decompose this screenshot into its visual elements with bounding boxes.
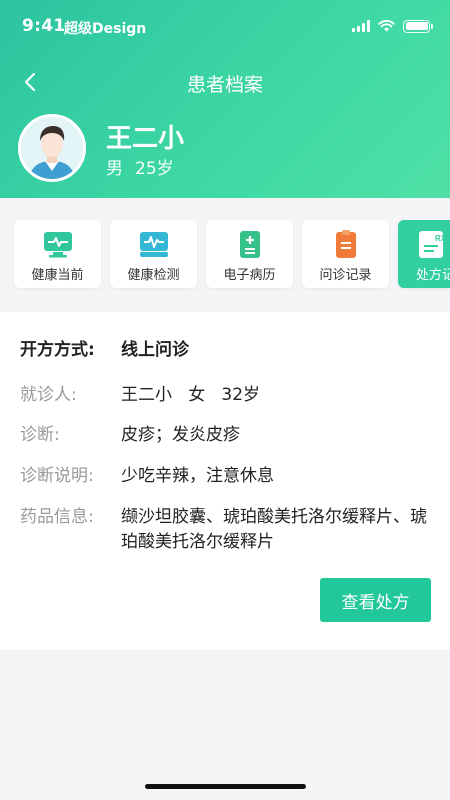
quick-action-label: 处方记: [416, 268, 450, 283]
nav-bar: 患者档案: [0, 56, 450, 108]
quick-action-label: 问诊记录: [319, 268, 372, 283]
diagnosis-label: 诊断:: [20, 425, 60, 445]
method-value: 线上问诊: [121, 340, 189, 360]
patient-value: 王二小 女 32岁: [121, 385, 261, 405]
quick-actions: 健康当前 健康检测 电子病历 问诊记录 RX 处方记: [0, 198, 450, 310]
monitor-heartbeat-icon: [43, 232, 72, 258]
status-carrier: 超级Design: [64, 21, 147, 37]
home-indicator[interactable]: [145, 784, 306, 789]
status-time: 9:41: [22, 16, 66, 36]
patient-meta: 男 25岁: [106, 154, 174, 179]
signal-icon: [352, 20, 370, 32]
page-title: 患者档案: [186, 74, 263, 96]
prescription-detail: 开方方式: 线上问诊 就诊人: 王二小 女 32岁 诊断: 皮疹；发炎皮疹 诊断…: [0, 312, 450, 650]
quick-action-label: 电子病历: [223, 268, 276, 283]
note-value: 少吃辛辣，注意休息: [121, 466, 274, 486]
note-label: 诊断说明:: [20, 466, 94, 486]
quick-action-label: 健康检测: [127, 268, 180, 283]
medical-record-icon: [239, 231, 260, 258]
person-icon: [21, 117, 83, 179]
patient-name: 王二小: [106, 124, 185, 154]
patient-label: 就诊人:: [20, 385, 77, 405]
view-prescription-button[interactable]: 查看处方: [320, 578, 431, 622]
quick-action-label: 健康当前: [31, 268, 84, 283]
diagnosis-value: 皮疹；发炎皮疹: [121, 425, 240, 445]
pulse-screen-icon: [139, 232, 168, 257]
prescription-icon: RX: [419, 231, 446, 258]
header: 9:41 超级Design 患者档案 王二小 男 25岁: [0, 0, 450, 198]
quick-action-medical-record[interactable]: 电子病历: [206, 220, 293, 288]
quick-action-health-check[interactable]: 健康检测: [110, 220, 197, 288]
battery-icon: [403, 19, 433, 33]
quick-action-prescription[interactable]: RX 处方记: [398, 220, 450, 288]
drug-value: 缬沙坦胶囊、琥珀酸美托洛尔缓释片、琥珀酸美托洛尔缓释片: [121, 507, 427, 552]
quick-action-consult-record[interactable]: 问诊记录: [302, 220, 389, 288]
patient-age: 25岁: [135, 159, 174, 179]
patient-gender: 男: [106, 159, 123, 179]
quick-action-health-current[interactable]: 健康当前: [14, 220, 101, 288]
avatar[interactable]: [18, 114, 86, 182]
status-icons: [352, 19, 433, 33]
drug-label: 药品信息:: [20, 507, 94, 527]
consult-record-icon: [335, 230, 356, 258]
patient-profile: 王二小 男 25岁: [18, 114, 438, 184]
wifi-icon: [378, 20, 395, 32]
svg-text:RX: RX: [435, 234, 446, 243]
status-bar: 9:41 超级Design: [0, 0, 450, 56]
method-label: 开方方式:: [20, 340, 95, 360]
